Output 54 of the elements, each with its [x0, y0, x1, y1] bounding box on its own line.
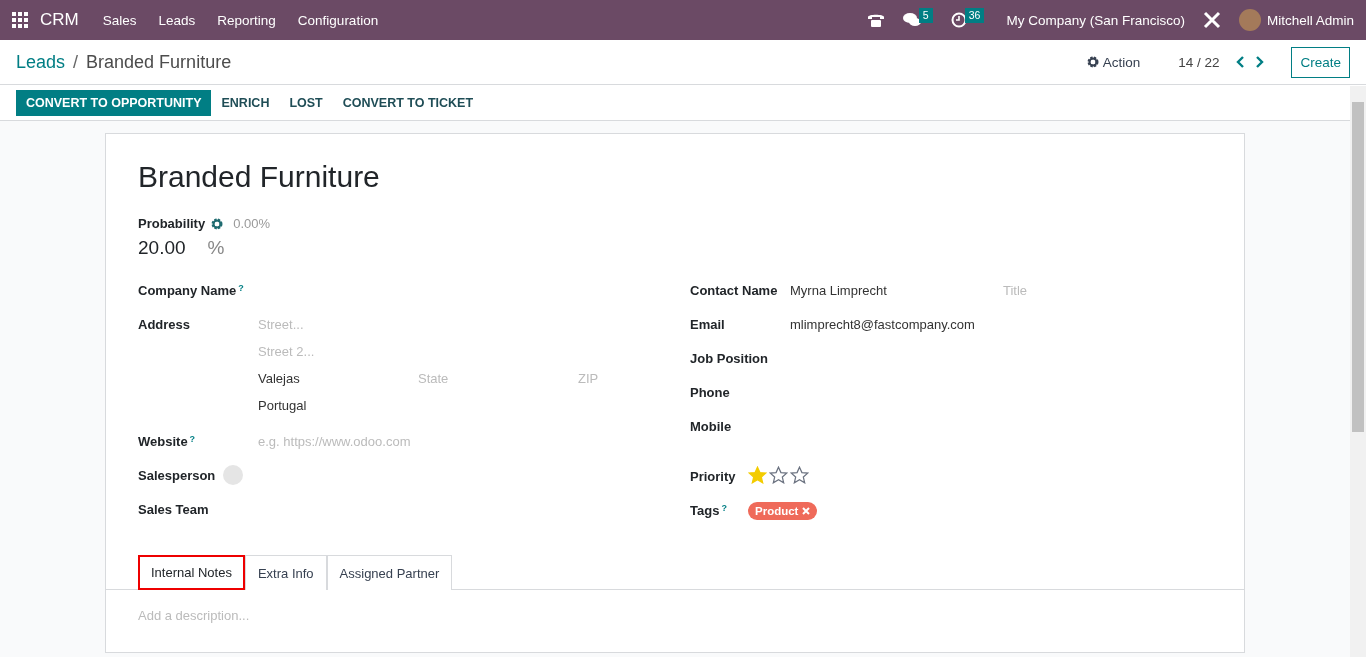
breadcrumb-link[interactable]: Leads	[16, 51, 66, 73]
action-button[interactable]: Action	[1080, 53, 1147, 71]
field-label: Tags$^{?}$	[690, 503, 727, 518]
message-count-badge: 5	[918, 7, 933, 23]
breadcrumb-separator: /	[73, 51, 79, 73]
field-label: Phone	[690, 385, 730, 400]
scrollbar[interactable]	[1350, 86, 1366, 657]
breadcrumb-current: Branded Furniture	[86, 51, 232, 73]
city-field[interactable]: Valejas	[258, 371, 418, 386]
menu-item[interactable]: Leads	[158, 12, 196, 28]
status-action-button[interactable]: CONVERT TO TICKET	[332, 89, 484, 116]
star-icon[interactable]	[769, 466, 788, 484]
chat-icon[interactable]	[902, 12, 921, 28]
field-label: Priority	[690, 469, 736, 484]
automated-probability: 0.00%	[233, 216, 271, 231]
tag-badge: Product	[748, 502, 818, 520]
field-label: Mobile	[690, 419, 732, 434]
contact-name-field[interactable]: Myrna Limprecht	[790, 283, 1003, 317]
notebook-tab[interactable]: Assigned Partner	[326, 555, 453, 590]
gear-icon[interactable]	[211, 217, 224, 230]
lead-title[interactable]: Branded Furniture	[138, 160, 1212, 194]
field-label: Job Position	[690, 351, 768, 366]
menu-item[interactable]: Sales	[102, 12, 137, 28]
create-button[interactable]: Create	[1291, 46, 1350, 78]
status-action-button[interactable]: LOST	[279, 89, 333, 116]
app-name[interactable]: CRM	[40, 10, 79, 30]
field-label: Sales Team	[138, 502, 209, 517]
probability-field[interactable]: 20.00	[138, 237, 186, 259]
remove-icon[interactable]	[802, 507, 811, 515]
gear-icon	[1086, 56, 1099, 68]
activity-count-badge: 36	[964, 7, 985, 23]
company-switcher[interactable]: My Company (San Francisco)	[1006, 12, 1185, 28]
field-label: Company Name$^{?}$	[138, 283, 244, 298]
email-field[interactable]: mlimprecht8@fastcompany.com	[790, 317, 975, 351]
clock-icon[interactable]	[950, 12, 967, 28]
percent-unit: %	[207, 237, 225, 259]
user-name[interactable]: Mitchell Admin	[1266, 12, 1354, 28]
status-action-button[interactable]: CONVERT TO OPPORTUNITY	[16, 89, 212, 116]
field-label: Salesperson	[138, 468, 216, 483]
pager-counter: 14 / 22	[1178, 54, 1220, 70]
status-action-button[interactable]: ENRICH	[211, 89, 280, 116]
country-field[interactable]: Portugal	[258, 398, 307, 413]
star-icon[interactable]	[790, 466, 809, 484]
phone-icon[interactable]	[866, 12, 885, 28]
field-label: Contact Name	[690, 283, 778, 298]
field-label: Website$^{?}$	[138, 434, 196, 449]
notebook-tab[interactable]: Internal Notes	[138, 555, 245, 590]
notebook-tab[interactable]: Extra Info	[244, 555, 327, 590]
apps-menu-icon[interactable]	[12, 12, 28, 28]
field-label: Email	[690, 317, 725, 332]
probability-label: Probability	[138, 216, 206, 231]
menu-item[interactable]: Configuration	[297, 12, 379, 28]
menu-item[interactable]: Reporting	[217, 12, 276, 28]
field-label: Address	[138, 317, 191, 332]
